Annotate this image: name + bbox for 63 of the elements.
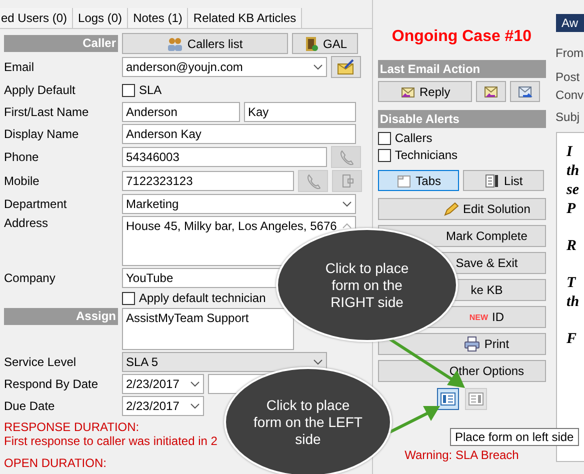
message-text: I <box>566 143 574 162</box>
assignee-field[interactable]: AssistMyTeam Support <box>122 308 294 350</box>
field-label: Department <box>4 197 68 211</box>
field-label: Conv <box>556 88 584 102</box>
email-field[interactable]: anderson@youjn.com <box>122 57 327 77</box>
field-label: Service Level <box>4 355 78 369</box>
warning-text: Warning: SLA Breach <box>404 448 520 462</box>
mobile-field[interactable]: 7122323123 <box>122 171 294 191</box>
field-label: Subj <box>556 110 581 124</box>
display-name-field[interactable]: Anderson Kay <box>122 124 356 144</box>
case-title: Ongoing Case #10 <box>390 28 532 46</box>
tab[interactable]: Logs (0) <box>73 8 128 28</box>
field-label: Mobile <box>4 174 40 188</box>
first-name-field[interactable]: Anderson <box>122 102 240 122</box>
action-button[interactable]: Print <box>378 333 546 355</box>
phone-field[interactable]: 54346003 <box>122 147 327 167</box>
field-label: Apply Default <box>4 83 76 97</box>
field-label: Respond By Date <box>4 377 100 391</box>
callout-tooltip: Click to place form on the LEFT side <box>224 367 392 474</box>
field-label: Company <box>4 271 56 285</box>
department-dropdown[interactable]: Marketing <box>122 194 356 214</box>
duration-text: OPEN DURATION: <box>4 456 106 470</box>
field-label: Email <box>4 60 36 74</box>
tab[interactable]: ed Users (0) <box>0 8 74 28</box>
duration-text: RESPONSE DURATION: <box>4 420 140 434</box>
message-text: P <box>566 200 577 219</box>
service-level-dropdown[interactable]: SLA 5 <box>122 352 327 372</box>
section-header: Caller <box>4 35 118 52</box>
section-header: Assign <box>4 308 118 325</box>
message-text: th <box>566 293 580 312</box>
field-label: First/Last Name <box>4 105 90 119</box>
reply-button[interactable]: Reply <box>378 81 472 102</box>
action-button[interactable]: Edit Solution <box>378 198 546 220</box>
checkbox-label: Technicians <box>394 148 458 162</box>
list-view-button[interactable]: List <box>462 170 544 191</box>
date-picker[interactable]: 2/23/2017 <box>122 396 204 416</box>
message-text: R <box>566 237 578 256</box>
field-label: From <box>556 46 584 60</box>
new-label: NEW <box>469 312 488 322</box>
field-label: Due Date <box>4 399 56 413</box>
checkbox-label: SLA <box>139 83 162 97</box>
gal-button[interactable]: GAL <box>292 33 358 54</box>
section-header: Disable Alerts <box>378 110 546 128</box>
last-name-field[interactable]: Kay <box>244 102 356 122</box>
section-header: Last Email Action <box>378 60 546 78</box>
date-picker[interactable]: 2/23/2017 <box>122 374 204 394</box>
message-text: T <box>566 274 578 293</box>
field-label: Phone <box>4 150 40 164</box>
checkbox-label: Callers <box>394 131 432 145</box>
checkbox-label: Apply default technician <box>139 291 266 305</box>
callers-list-button[interactable]: Callers list <box>122 33 288 54</box>
tab[interactable]: Related KB Articles <box>188 8 302 28</box>
message-text: se <box>566 181 580 200</box>
email-button[interactable]: Aw <box>556 14 584 32</box>
field-label: Display Name <box>4 127 80 141</box>
tooltip: Place form on left side <box>450 428 579 446</box>
tabs-view-button[interactable]: Tabs <box>378 170 459 191</box>
message-text: th <box>566 162 580 181</box>
tab[interactable]: Notes (1) <box>128 8 188 28</box>
duration-text: First response to caller was initiated in 2 <box>4 434 218 448</box>
message-text: F <box>566 330 578 349</box>
field-label: Post <box>556 70 581 84</box>
field-label: Address <box>4 216 50 230</box>
